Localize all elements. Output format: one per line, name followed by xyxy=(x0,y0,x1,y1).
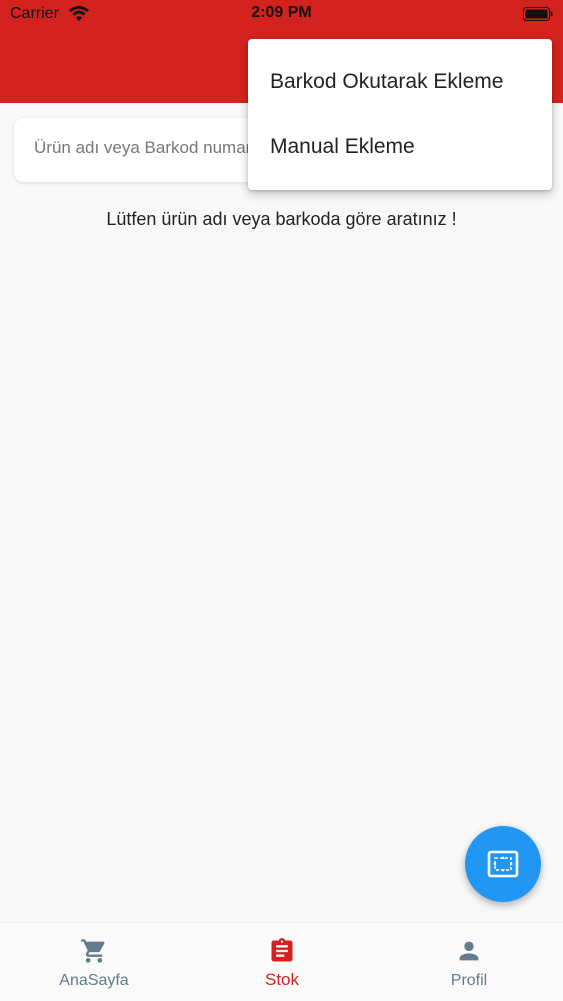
cart-icon xyxy=(81,939,105,963)
nav-item-profil[interactable]: Profil xyxy=(375,923,563,1001)
empty-state-message: Lütfen ürün adı veya barkoda göre aratın… xyxy=(106,209,457,229)
clock-label: 2:09 PM xyxy=(251,4,312,21)
status-bar: Carrier 2:09 PM xyxy=(0,0,563,30)
person-icon xyxy=(459,941,479,961)
nav-item-anasayfa[interactable]: AnaSayfa xyxy=(0,923,188,1001)
bottom-navigation: AnaSayfa Stok Profil xyxy=(0,922,563,1001)
nav-label-stok: Stok xyxy=(264,970,300,989)
search-input[interactable] xyxy=(34,138,264,158)
menu-item-manual-add[interactable]: Manual Ekleme xyxy=(248,115,552,179)
nav-label-profil: Profil xyxy=(450,972,488,989)
nav-item-stok[interactable]: Stok xyxy=(188,923,376,1001)
clipboard-icon xyxy=(271,938,293,962)
scan-fab-button[interactable] xyxy=(465,826,541,902)
battery-icon xyxy=(523,7,553,21)
scan-icon xyxy=(487,850,519,878)
add-product-menu: Barkod Okutarak Ekleme Manual Ekleme xyxy=(248,39,552,190)
nav-label-anasayfa: AnaSayfa xyxy=(59,972,129,989)
menu-item-barcode-add[interactable]: Barkod Okutarak Ekleme xyxy=(248,50,552,114)
